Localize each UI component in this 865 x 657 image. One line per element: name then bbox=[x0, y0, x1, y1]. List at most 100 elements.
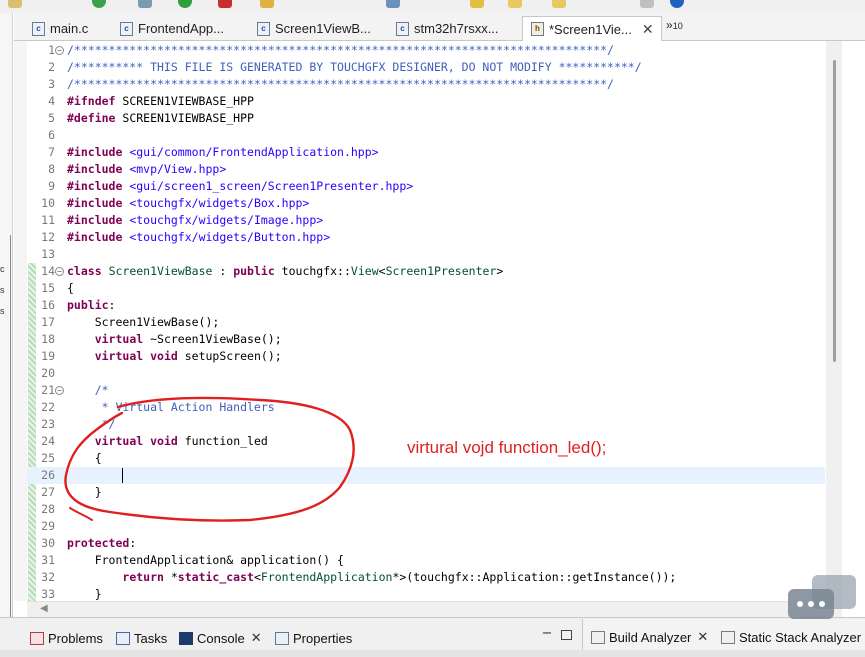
tab-problems[interactable]: Problems bbox=[30, 628, 103, 648]
folder-icon[interactable] bbox=[260, 0, 274, 8]
code-line[interactable]: 1−/*************************************… bbox=[27, 42, 825, 59]
code-line[interactable]: 31 FrontendApplication& application() { bbox=[27, 552, 825, 569]
code-line[interactable]: 13 bbox=[27, 246, 825, 263]
fold-toggle-icon[interactable]: − bbox=[55, 386, 64, 395]
code-line[interactable]: 17 Screen1ViewBase(); bbox=[27, 314, 825, 331]
fold-toggle-icon[interactable]: − bbox=[55, 267, 64, 276]
code-token: */ bbox=[67, 417, 116, 431]
maximize-icon[interactable] bbox=[561, 630, 572, 640]
tab-screen1viewbase-cpp[interactable]: c Screen1ViewB... bbox=[257, 16, 371, 41]
vertical-scroll-thumb[interactable] bbox=[833, 60, 836, 362]
tab-screen1viewbase-hpp[interactable]: h *Screen1Vie... ✕ bbox=[522, 16, 662, 41]
code-token: virtual bbox=[94, 349, 144, 363]
left-strip-mark: s bbox=[0, 285, 5, 295]
handwritten-note: virtural vojd function_led(); bbox=[407, 438, 607, 457]
code-line[interactable]: 3 /**************************************… bbox=[27, 76, 825, 93]
new-icon[interactable] bbox=[8, 0, 22, 8]
horizontal-scrollbar[interactable] bbox=[27, 601, 826, 617]
code-line[interactable]: 21− /* bbox=[27, 382, 825, 399]
code-line[interactable]: 26 bbox=[27, 467, 825, 484]
code-line[interactable]: 2 /********** THIS FILE IS GENERATED BY T… bbox=[27, 59, 825, 76]
code-line[interactable]: 20 bbox=[27, 365, 825, 382]
code-line[interactable]: 8 #include <mvp/View.hpp> bbox=[27, 161, 825, 178]
forward-icon[interactable] bbox=[552, 0, 566, 8]
code-line[interactable]: 10 #include <touchgfx/widgets/Box.hpp> bbox=[27, 195, 825, 212]
refresh-icon[interactable] bbox=[92, 0, 106, 8]
pin-icon[interactable] bbox=[640, 0, 654, 8]
code-line[interactable]: 22 * Virtual Action Handlers bbox=[27, 399, 825, 416]
code-text: { bbox=[67, 450, 102, 467]
code-line[interactable]: 9 #include <gui/screen1_screen/Screen1Pre… bbox=[27, 178, 825, 195]
tab-frontend-app[interactable]: c FrontendApp... bbox=[120, 16, 224, 41]
code-text: { bbox=[67, 280, 74, 297]
code-token: ~Screen1ViewBase(); bbox=[143, 332, 282, 346]
line-number: 28 bbox=[41, 502, 55, 516]
code-line[interactable]: 4 #ifndef SCREEN1VIEWBASE_HPP bbox=[27, 93, 825, 110]
code-token: setupScreen(); bbox=[177, 349, 282, 363]
fold-toggle-icon[interactable]: − bbox=[55, 46, 64, 55]
code-token: <gui/screen1_screen/Screen1Presenter.hpp… bbox=[129, 179, 414, 193]
code-token: <touchgfx/widgets/Image.hpp> bbox=[129, 213, 324, 227]
code-line[interactable]: 32 return *static_cast<FrontendApplicati… bbox=[27, 569, 825, 586]
code-line[interactable]: 5 #define SCREEN1VIEWBASE_HPP bbox=[27, 110, 825, 127]
tab-static-stack-analyzer[interactable]: Static Stack Analyzer bbox=[721, 627, 861, 647]
code-line[interactable]: 14− class Screen1ViewBase : public touchg… bbox=[27, 263, 825, 280]
code-line[interactable]: 18 virtual ~Screen1ViewBase(); bbox=[27, 331, 825, 348]
code-line[interactable]: 11 #include <touchgfx/widgets/Image.hpp> bbox=[27, 212, 825, 229]
close-icon[interactable]: ✕ bbox=[642, 21, 654, 38]
code-line[interactable]: 12 #include <touchgfx/widgets/Button.hpp> bbox=[27, 229, 825, 246]
code-line[interactable]: 23 */ bbox=[27, 416, 825, 433]
code-token: protected bbox=[67, 536, 130, 550]
back-icon[interactable] bbox=[508, 0, 522, 8]
line-number: 31 bbox=[41, 553, 55, 567]
info-icon[interactable] bbox=[670, 0, 684, 8]
code-line[interactable]: 19 virtual void setupScreen(); bbox=[27, 348, 825, 365]
code-line[interactable]: 16 public: bbox=[27, 297, 825, 314]
code-token: #include bbox=[67, 196, 123, 210]
code-line[interactable]: 27 } bbox=[27, 484, 825, 501]
tab-label: Properties bbox=[293, 630, 353, 646]
code-text: Screen1ViewBase(); bbox=[67, 314, 220, 331]
left-strip-mark: s bbox=[0, 306, 5, 316]
code-line[interactable]: 7 #include <gui/common/FrontendApplicatio… bbox=[27, 144, 825, 161]
line-number: 14 bbox=[41, 264, 55, 278]
code-token: #include bbox=[67, 179, 123, 193]
code-token: } bbox=[67, 485, 102, 499]
stop-icon[interactable] bbox=[218, 0, 232, 8]
code-text: #include <gui/screen1_screen/Screen1Pres… bbox=[67, 178, 413, 195]
code-line[interactable]: 28 bbox=[27, 501, 825, 518]
text-caret bbox=[122, 468, 124, 483]
code-line[interactable]: 6 bbox=[27, 127, 825, 144]
code-token: <mvp/View.hpp> bbox=[129, 162, 227, 176]
line-number: 18 bbox=[41, 332, 55, 346]
tab-stm32h7rsxx[interactable]: c stm32h7rsxx... bbox=[396, 16, 499, 41]
line-number: 20 bbox=[41, 366, 55, 380]
code-text: * Virtual Action Handlers bbox=[67, 399, 275, 416]
tab-main-c[interactable]: c main.c bbox=[32, 16, 88, 41]
code-line[interactable]: 29 bbox=[27, 518, 825, 535]
tab-console[interactable]: Console ✕ bbox=[179, 628, 262, 648]
minimize-icon[interactable]: − bbox=[540, 627, 554, 642]
tab-tasks[interactable]: Tasks bbox=[116, 628, 167, 648]
search-icon[interactable] bbox=[386, 0, 400, 8]
code-line[interactable]: 30 protected: bbox=[27, 535, 825, 552]
close-icon[interactable]: ✕ bbox=[251, 630, 262, 646]
debug-icon[interactable] bbox=[138, 0, 152, 8]
code-text: virtual void setupScreen(); bbox=[67, 348, 282, 365]
run-icon[interactable] bbox=[178, 0, 192, 8]
tab-properties[interactable]: Properties bbox=[275, 628, 352, 648]
c-file-icon: c bbox=[257, 21, 270, 36]
close-icon[interactable]: ✕ bbox=[697, 629, 708, 645]
tab-build-analyzer[interactable]: Build Analyzer ✕ bbox=[591, 627, 708, 647]
tab-overflow-button[interactable]: »10 bbox=[666, 18, 683, 32]
code-line[interactable]: 15 { bbox=[27, 280, 825, 297]
code-text: } bbox=[67, 484, 102, 501]
line-number: 2 bbox=[48, 60, 55, 74]
editor-ruler bbox=[14, 41, 27, 601]
line-number: 22 bbox=[41, 400, 55, 414]
bookmark-icon[interactable] bbox=[470, 0, 484, 8]
code-text: */ bbox=[67, 416, 116, 433]
line-number: 27 bbox=[41, 485, 55, 499]
code-token: *>(touchgfx::Application::getInstance())… bbox=[392, 570, 677, 584]
scroll-left-icon[interactable]: ◀ bbox=[40, 603, 48, 614]
